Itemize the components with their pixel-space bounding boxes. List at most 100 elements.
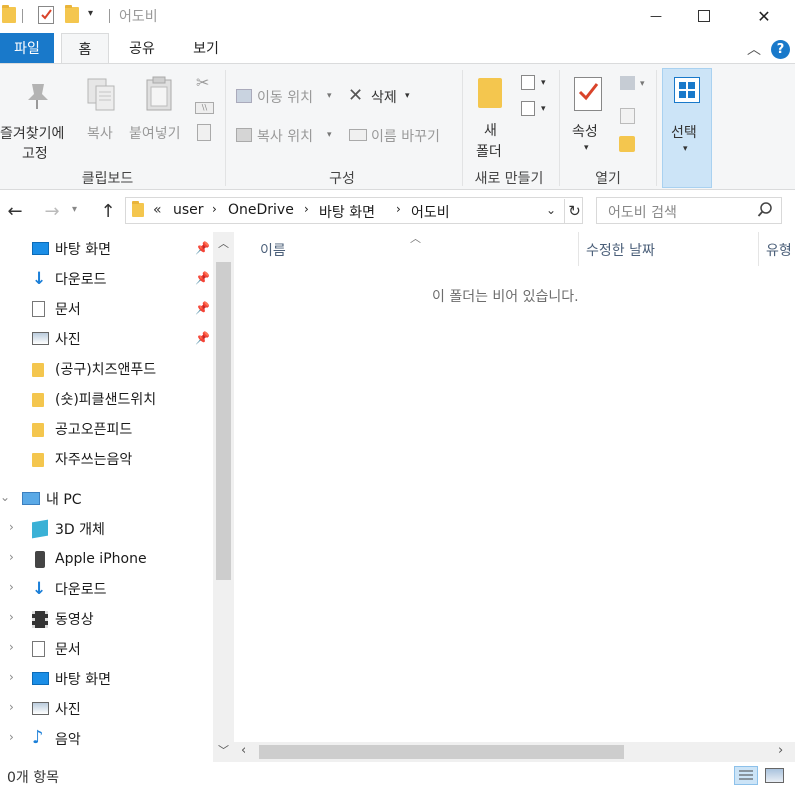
chevron-right-icon[interactable]: › (9, 520, 14, 534)
search-box[interactable]: 어도비 검색 (596, 197, 782, 224)
scrollbar-thumb[interactable] (216, 262, 231, 580)
copy-to-button[interactable]: 복사 위치 ▾ (232, 123, 337, 149)
chevron-right-icon[interactable]: › (9, 610, 14, 624)
chevron-down-icon: ▾ (541, 104, 546, 114)
tab-home[interactable]: 홈 (61, 33, 109, 64)
nav-item-videos[interactable]: › 동영상 (0, 605, 213, 633)
chevron-right-icon[interactable]: › (9, 730, 14, 744)
column-header-name[interactable]: 이름 (260, 240, 286, 260)
column-header-type[interactable]: 유형 (766, 240, 792, 260)
move-to-button[interactable]: 이동 위치 ▾ (232, 84, 337, 110)
scrollbar-thumb[interactable] (259, 745, 624, 759)
chevron-right-icon[interactable]: › (9, 700, 14, 714)
nav-item-folder[interactable]: 자주쓰는음악 (0, 445, 213, 473)
nav-item-pictures[interactable]: › 사진 (0, 695, 213, 723)
nav-item-folder[interactable]: (공구)치즈앤푸드 (0, 355, 213, 383)
nav-item-iphone[interactable]: › Apple iPhone (0, 545, 213, 573)
nav-item-pictures[interactable]: 사진 📌 (0, 325, 213, 353)
properties-quick-icon[interactable] (38, 6, 54, 24)
customize-quick-access-icon[interactable]: ▾ (88, 8, 93, 19)
divider[interactable] (758, 232, 759, 266)
nav-item-downloads[interactable]: ↓ 다운로드 📌 (0, 265, 213, 293)
scroll-right-icon[interactable]: › (778, 743, 783, 758)
pin-icon[interactable]: 📌 (195, 241, 210, 255)
history-icon[interactable] (619, 136, 635, 152)
pictures-icon (32, 332, 49, 345)
cut-icon[interactable]: ✂ (196, 73, 209, 92)
chevron-right-icon[interactable]: › (396, 202, 401, 216)
edit-icon[interactable] (620, 108, 635, 124)
minimize-button[interactable]: — (633, 0, 679, 32)
details-view-icon[interactable] (734, 766, 758, 785)
nav-item-3d-objects[interactable]: › 3D 개체 (0, 515, 213, 543)
chevron-right-icon[interactable]: › (9, 550, 14, 564)
chevron-down-icon: ▾ (541, 78, 546, 88)
nav-item-documents[interactable]: › 문서 (0, 635, 213, 663)
nav-item-this-pc[interactable]: ⌄ 내 PC (0, 485, 213, 513)
new-folder-quick-icon[interactable] (65, 5, 79, 27)
forward-button[interactable]: → (40, 200, 64, 222)
nav-item-music[interactable]: › ♪ 음악 (0, 725, 213, 753)
pin-to-quick-access-button[interactable]: 즐겨찾기에 고정 (0, 68, 75, 164)
easy-access-icon[interactable] (521, 101, 535, 116)
ribbon: 즐겨찾기에 고정 복사 붙여넣기 ✂ \\ 클립보드 이동 위치 ▾ 복사 위치… (0, 63, 795, 190)
divider[interactable] (578, 232, 579, 266)
nav-item-folder[interactable]: 공고오픈피드 (0, 415, 213, 443)
tab-home-label: 홈 (78, 42, 92, 58)
nav-item-desktop[interactable]: 바탕 화면 📌 (0, 235, 213, 263)
column-header-modified[interactable]: 수정한 날짜 (586, 240, 655, 260)
tab-view[interactable]: 보기 (182, 33, 230, 63)
copy-path-icon[interactable]: \\ (195, 102, 214, 114)
nav-item-label: 사진 (55, 332, 81, 348)
refresh-icon[interactable]: ↻ (564, 199, 584, 223)
chevron-down-icon[interactable]: ⌄ (0, 490, 10, 504)
address-bar[interactable]: « user › OneDrive › 바탕 화면 › 어도비 ⌄ ↻ (125, 197, 583, 224)
pin-icon[interactable]: 📌 (195, 331, 210, 345)
properties-button[interactable]: 속성 ▾ (566, 68, 610, 164)
open-icon[interactable] (620, 76, 635, 90)
nav-item-documents[interactable]: 문서 📌 (0, 295, 213, 323)
close-button[interactable]: ✕ (741, 0, 787, 32)
nav-item-folder[interactable]: (숏)피클샌드위치 (0, 385, 213, 413)
search-icon[interactable] (757, 201, 773, 223)
scroll-down-icon[interactable]: ﹀ (218, 742, 229, 758)
large-icons-view-icon[interactable] (765, 768, 784, 783)
rename-button[interactable]: 이름 바꾸기 (345, 123, 457, 149)
delete-button[interactable]: ✕ 삭제 ▾ (345, 84, 420, 110)
new-item-icon[interactable] (521, 75, 535, 90)
navigation-scrollbar[interactable]: ︿ ﹀ (213, 232, 234, 762)
breadcrumb-desktop[interactable]: 바탕 화면 (319, 202, 375, 222)
breadcrumb-adobe[interactable]: 어도비 (411, 202, 450, 222)
collapse-ribbon-icon[interactable]: ︿ (747, 39, 761, 59)
chevron-right-icon[interactable]: › (212, 202, 217, 216)
horizontal-scrollbar[interactable]: ‹ › (234, 742, 795, 762)
up-button[interactable]: ↑ (96, 200, 120, 222)
breadcrumb-user[interactable]: user (173, 202, 204, 218)
copy-button[interactable]: 복사 (78, 68, 124, 164)
paste-button[interactable]: 붙여넣기 (127, 68, 191, 164)
breadcrumb-onedrive[interactable]: OneDrive (228, 202, 294, 218)
breadcrumb-overflow[interactable]: « (153, 202, 162, 218)
paste-shortcut-icon[interactable] (197, 124, 211, 141)
tab-file[interactable]: 파일 (0, 33, 54, 63)
chevron-right-icon[interactable]: › (9, 640, 14, 654)
chevron-right-icon[interactable]: › (9, 670, 14, 684)
scroll-left-icon[interactable]: ‹ (241, 743, 246, 758)
nav-item-desktop[interactable]: › 바탕 화면 (0, 665, 213, 693)
maximize-button[interactable] (681, 0, 727, 32)
select-button[interactable]: 선택 ▾ (662, 68, 712, 188)
tab-share[interactable]: 공유 (118, 33, 166, 63)
pin-icon[interactable]: 📌 (195, 271, 210, 285)
video-icon (32, 611, 48, 628)
scroll-up-icon[interactable]: ︿ (218, 235, 229, 251)
back-button[interactable]: ← (3, 200, 27, 222)
nav-item-downloads[interactable]: › ↓ 다운로드 (0, 575, 213, 603)
new-folder-icon (478, 78, 502, 108)
recent-locations-icon[interactable]: ▾ (72, 204, 77, 215)
help-icon[interactable]: ? (771, 40, 790, 59)
address-dropdown-icon[interactable]: ⌄ (546, 203, 556, 217)
chevron-right-icon[interactable]: › (9, 580, 14, 594)
chevron-right-icon[interactable]: › (304, 202, 309, 216)
new-folder-button[interactable]: 새 폴더 (468, 68, 514, 164)
pin-icon[interactable]: 📌 (195, 301, 210, 315)
